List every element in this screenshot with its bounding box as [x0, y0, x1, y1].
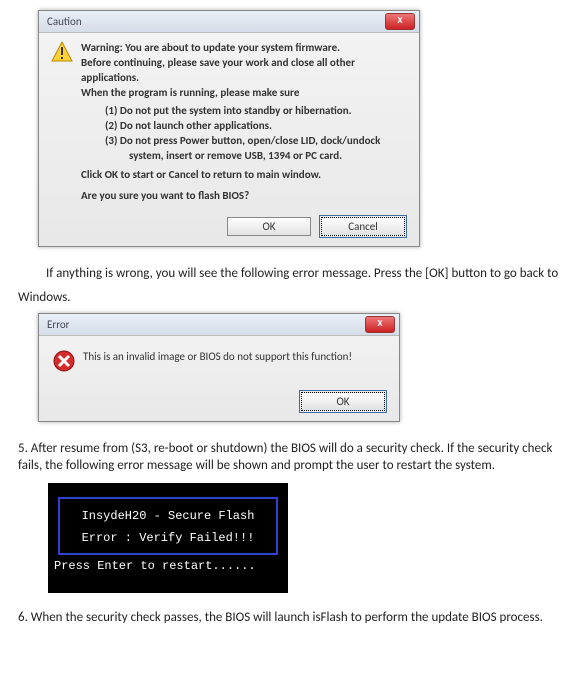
list-item-6: 6. When the security check passes, the B… — [18, 609, 560, 627]
caution-bullet: (1) Do not put the system into standby o… — [105, 104, 407, 119]
list-item-5: 5. After resume from (S3, re-boot or shu… — [18, 440, 560, 475]
ok-button[interactable]: OK — [227, 217, 311, 236]
caution-bullet: (2) Do not launch other applications. — [105, 119, 407, 134]
paragraph-error-intro-b: Windows. — [18, 289, 560, 307]
caution-bullet: (3) Do not press Power button, open/clos… — [105, 134, 407, 164]
error-message: This is an invalid image or BIOS do not … — [83, 350, 387, 365]
bios-console: InsydeH20 - Secure Flash Error : Verify … — [48, 483, 288, 593]
caution-line: Click OK to start or Cancel to return to… — [81, 168, 407, 183]
error-titlebar: Error X — [39, 314, 399, 336]
close-icon[interactable]: X — [385, 13, 415, 30]
paragraph-error-intro-a: If anything is wrong, you will see the f… — [18, 265, 560, 283]
caution-line: Are you sure you want to flash BIOS? — [81, 189, 407, 204]
bios-console-error: Error : Verify Failed!!! — [66, 531, 270, 545]
ok-button[interactable]: OK — [301, 392, 385, 411]
error-dialog: Error X This is an invalid image or BIOS… — [38, 313, 400, 422]
close-icon[interactable]: X — [365, 316, 395, 333]
caution-title: Caution — [47, 15, 82, 28]
error-title: Error — [47, 318, 70, 331]
cancel-button[interactable]: Cancel — [321, 217, 405, 236]
caution-line: When the program is running, please make… — [81, 86, 407, 101]
bios-console-title: InsydeH20 - Secure Flash — [66, 509, 270, 523]
caution-text: Warning: You are about to update your sy… — [81, 41, 407, 203]
caution-body: Warning: You are about to update your sy… — [39, 33, 419, 213]
bios-console-restart: Press Enter to restart...... — [48, 559, 288, 573]
caution-titlebar: Caution X — [39, 11, 419, 33]
error-body: This is an invalid image or BIOS do not … — [39, 336, 399, 388]
caution-line: Before continuing, please save your work… — [81, 56, 407, 86]
caution-buttons: OK Cancel — [39, 213, 419, 246]
caution-dialog: Caution X Warning: You are about to upda… — [38, 10, 420, 247]
warning-icon — [51, 41, 73, 63]
bios-console-box: InsydeH20 - Secure Flash Error : Verify … — [58, 497, 278, 555]
caution-line: Warning: You are about to update your sy… — [81, 41, 407, 56]
error-icon — [53, 350, 75, 372]
error-buttons: OK — [39, 388, 399, 421]
